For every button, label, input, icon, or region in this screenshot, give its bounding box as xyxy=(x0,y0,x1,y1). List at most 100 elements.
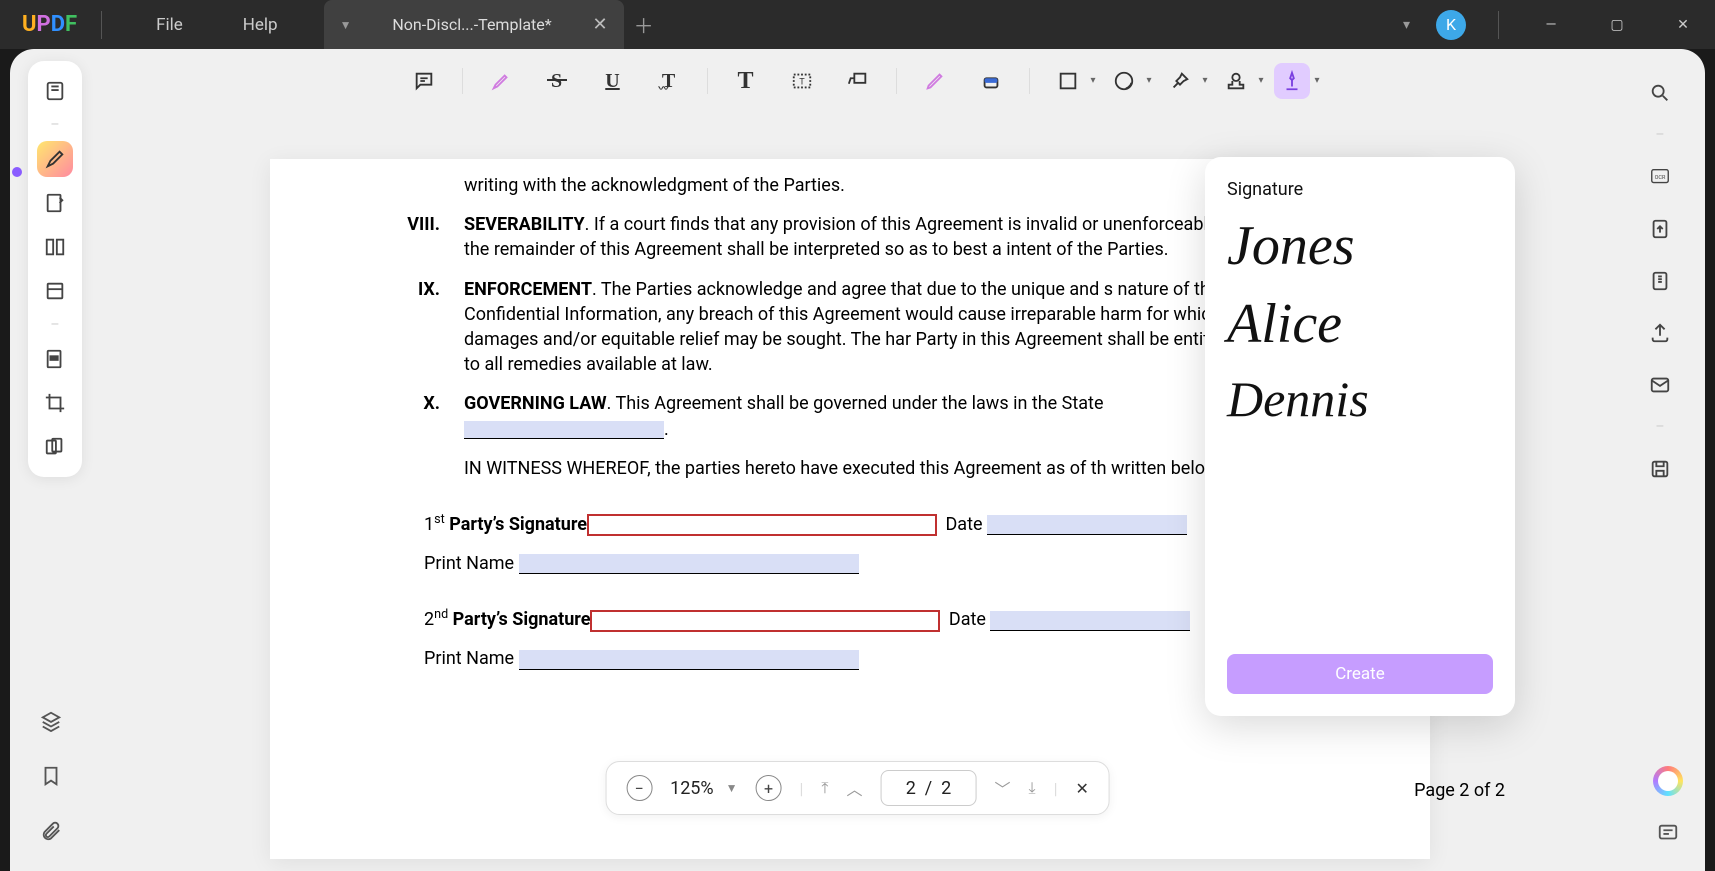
tab-dropdown-icon[interactable]: ▼ xyxy=(340,18,352,32)
separator xyxy=(707,68,708,94)
eraser-icon[interactable] xyxy=(973,63,1009,99)
last-page-icon[interactable]: ⤓ xyxy=(1029,778,1036,798)
separator xyxy=(462,68,463,94)
annotation-toolbar: S U T〰 T T xyxy=(406,63,1310,99)
compare-mode-icon[interactable] xyxy=(37,429,73,465)
separator xyxy=(1029,68,1030,94)
close-icon[interactable]: ✕ xyxy=(593,14,608,35)
maximize-button[interactable]: ▢ xyxy=(1597,17,1637,33)
user-avatar[interactable]: K xyxy=(1436,10,1466,40)
edit-mode-icon[interactable] xyxy=(37,185,73,221)
section-title: GOVERNING LAW xyxy=(464,393,607,414)
tab-title: Non-Discl...-Template* xyxy=(388,15,557,34)
sticky-note-icon[interactable] xyxy=(406,63,442,99)
ocr-icon[interactable]: OCR xyxy=(1642,159,1678,195)
body-text: writing with the acknowledgment of the P… xyxy=(464,173,1250,198)
svg-text:OCR: OCR xyxy=(1655,175,1666,181)
attachment-icon[interactable] xyxy=(40,820,62,847)
new-tab-button[interactable]: ＋ xyxy=(624,0,664,49)
pin-icon[interactable] xyxy=(1162,63,1198,99)
organize-mode-icon[interactable] xyxy=(37,229,73,265)
left-tool-rail: – – xyxy=(28,61,82,477)
reader-mode-icon[interactable] xyxy=(37,73,73,109)
tab-strip: ▼ Non-Discl...-Template* ✕ ＋ xyxy=(324,0,664,49)
party2-date-field[interactable] xyxy=(990,611,1190,631)
convert-icon[interactable] xyxy=(1642,211,1678,247)
stamp-icon[interactable] xyxy=(1218,63,1254,99)
minimize-button[interactable]: — xyxy=(1531,17,1571,33)
party2-name-field[interactable] xyxy=(519,650,859,670)
separator: – xyxy=(1655,419,1664,435)
redact-mode-icon[interactable] xyxy=(37,341,73,377)
section-number: X. xyxy=(390,391,440,441)
next-page-icon[interactable]: ﹀ xyxy=(995,776,1011,800)
squiggly-icon[interactable]: T〰 xyxy=(651,63,687,99)
comments-panel-icon[interactable] xyxy=(1657,822,1679,849)
search-icon[interactable] xyxy=(1642,75,1678,111)
highlighter-icon[interactable] xyxy=(483,63,519,99)
print-name-label: Print Name xyxy=(424,648,514,669)
separator: | xyxy=(1054,779,1058,798)
party1-signature-field[interactable] xyxy=(587,514,937,536)
shape-tool-icon[interactable] xyxy=(1050,63,1086,99)
pencil-icon[interactable] xyxy=(917,63,953,99)
layers-icon[interactable] xyxy=(40,710,62,737)
section-title: SEVERABILITY xyxy=(464,214,585,235)
page-counter: Page 2 of 2 xyxy=(1414,780,1505,801)
save-icon[interactable] xyxy=(1642,451,1678,487)
right-rail-bottom xyxy=(1653,766,1683,849)
menu-help[interactable]: Help xyxy=(213,15,308,35)
crop-mode-icon[interactable] xyxy=(37,385,73,421)
share-icon[interactable] xyxy=(1642,315,1678,351)
create-signature-button[interactable]: Create xyxy=(1227,654,1493,694)
date-label: Date xyxy=(949,609,986,630)
prev-page-icon[interactable]: ︿ xyxy=(847,776,863,800)
separator xyxy=(896,68,897,94)
zoom-dropdown-icon[interactable]: ▼ xyxy=(726,781,738,795)
sticker-icon[interactable] xyxy=(1106,63,1142,99)
signature-tool-icon[interactable] xyxy=(1274,63,1310,99)
section-ix: IX. ENFORCEMENT. The Parties acknowledge… xyxy=(390,277,1250,378)
left-rail-bottom xyxy=(40,710,62,847)
bookmark-icon[interactable] xyxy=(40,765,62,792)
email-icon[interactable] xyxy=(1642,367,1678,403)
separator xyxy=(1498,11,1499,39)
party2-signature-field[interactable] xyxy=(590,610,940,632)
separator: – xyxy=(50,117,59,133)
section-title: ENFORCEMENT xyxy=(464,279,592,300)
tab-document[interactable]: ▼ Non-Discl...-Template* ✕ xyxy=(324,0,624,49)
print-name-label: Print Name xyxy=(424,553,514,574)
text-tool-icon[interactable]: T xyxy=(728,63,764,99)
view-control-bar: − 125% ▼ + | ⤒ ︿ ﹀ ⤓ | ✕ xyxy=(605,761,1110,815)
section-number: VIII. xyxy=(390,212,440,262)
underline-icon[interactable]: U xyxy=(595,63,631,99)
party1-date-field[interactable] xyxy=(987,515,1187,535)
signature-option[interactable]: Dennis xyxy=(1227,374,1493,424)
workspace: – – S U T〰 T T xyxy=(0,49,1715,871)
party1-name-field[interactable] xyxy=(519,554,859,574)
section-body: . This Agreement shall be governed under… xyxy=(607,393,1104,414)
compress-icon[interactable] xyxy=(1642,263,1678,299)
stage: – – S U T〰 T T xyxy=(10,49,1705,871)
state-fill-field[interactable] xyxy=(464,421,664,439)
zoom-out-button[interactable]: − xyxy=(626,775,652,801)
textbox-icon[interactable]: T xyxy=(784,63,820,99)
app-logo: UPDF xyxy=(22,12,77,37)
signature-option[interactable]: Alice xyxy=(1227,296,1493,352)
form-mode-icon[interactable] xyxy=(37,273,73,309)
party2-name-row: Print Name xyxy=(424,646,1250,671)
comment-mode-icon[interactable] xyxy=(37,141,73,177)
strikethrough-icon[interactable]: S xyxy=(539,63,575,99)
ai-assistant-icon[interactable] xyxy=(1653,766,1683,796)
party1-sig-row: 1st Party’s Signature Date xyxy=(424,511,1250,537)
chevron-down-icon[interactable]: ▾ xyxy=(1403,17,1410,33)
zoom-in-button[interactable]: + xyxy=(756,775,782,801)
close-bar-icon[interactable]: ✕ xyxy=(1076,779,1089,798)
callout-icon[interactable] xyxy=(840,63,876,99)
signature-option[interactable]: Jones xyxy=(1227,218,1493,274)
period: . xyxy=(664,419,669,440)
first-page-icon[interactable]: ⤒ xyxy=(821,778,828,798)
close-window-button[interactable]: ✕ xyxy=(1663,17,1703,33)
menu-file[interactable]: File xyxy=(126,15,213,35)
page-number-input[interactable] xyxy=(881,770,977,806)
